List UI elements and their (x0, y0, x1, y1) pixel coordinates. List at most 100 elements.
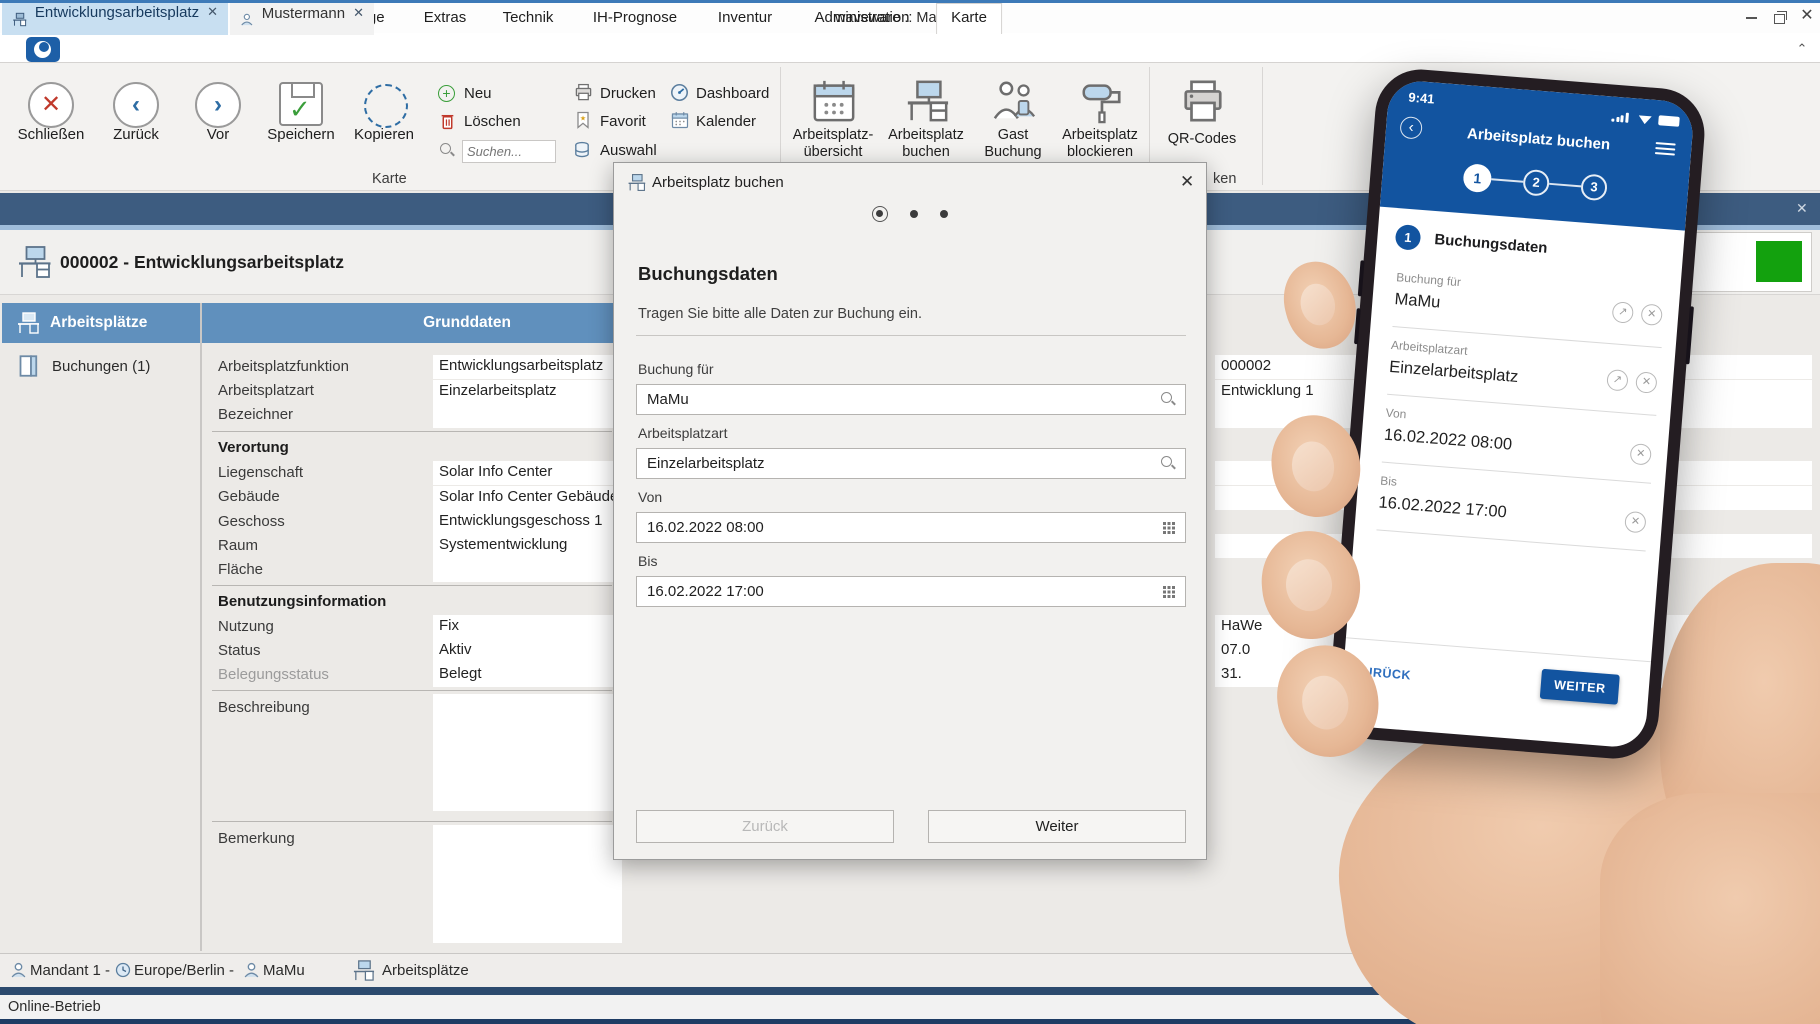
bis-input[interactable]: 16.02.2022 17:00 (636, 576, 1186, 607)
arbeitsplatzart-value: Einzelarbeitsplatz (647, 455, 765, 472)
guest-booking-button[interactable]: Gast Buchung (984, 127, 1041, 161)
status-user: MaMu (263, 962, 305, 979)
restore-button[interactable] (1770, 9, 1788, 25)
search-icon[interactable] (1161, 392, 1175, 406)
search-input[interactable] (462, 140, 556, 163)
guest-booking-icon[interactable] (991, 78, 1037, 124)
field-label: Arbeitsplatzart (638, 425, 727, 441)
arbeitsplatzart-input[interactable]: Einzelarbeitsplatz (636, 448, 1186, 479)
close-window-button[interactable]: ✕ (1798, 8, 1816, 24)
clear-icon[interactable]: ✕ (1640, 303, 1663, 326)
qr-codes-icon[interactable] (1180, 78, 1226, 124)
datepicker-icon[interactable] (1162, 585, 1175, 598)
dashboard-icon[interactable] (670, 83, 689, 102)
search-icon[interactable] (1161, 456, 1175, 470)
back-button[interactable]: ‹ (113, 82, 159, 128)
tab-entwicklungsarbeitsplatz[interactable]: Entwicklungsarbeitsplatz ✕ (2, 3, 228, 35)
block-workplace-button[interactable]: Arbeitsplatz blockieren (1062, 127, 1138, 161)
dialog-close-icon[interactable]: ✕ (1180, 172, 1194, 192)
sidebar-item-buchungen[interactable]: Buchungen (1) (52, 358, 150, 375)
tab-close-icon[interactable]: ✕ (207, 4, 218, 20)
dialog-divider (636, 335, 1186, 336)
field-value[interactable]: Solar Info Center Gebäude (433, 486, 622, 510)
save-button[interactable] (279, 82, 323, 126)
clear-icon[interactable]: ✕ (1624, 511, 1647, 534)
tab-mustermann[interactable]: Mustermann ✕ (230, 3, 374, 35)
dialog-next-button[interactable]: Weiter (928, 810, 1186, 843)
menu-administration[interactable]: Administration (814, 9, 909, 26)
application-window: waveware :: Mandant 1 ✕ FM Ressourcen CA… (0, 0, 1820, 1024)
phone-next-button[interactable]: WEITER (1540, 669, 1620, 705)
field-value[interactable]: Fix (433, 615, 622, 639)
selection-button[interactable]: Auswahl (600, 142, 657, 159)
hamburger-menu-icon[interactable] (1655, 142, 1676, 157)
sidebar-header[interactable]: Arbeitsplätze (2, 303, 200, 343)
beschreibung-textarea[interactable] (433, 694, 622, 811)
collapse-ribbon-icon[interactable]: ⌃ (1792, 41, 1812, 57)
favorite-icon[interactable]: ★ (575, 111, 591, 129)
workplace-overview-button[interactable]: Arbeitsplatz- übersicht (793, 127, 874, 161)
field-value[interactable]: Aktiv (433, 639, 622, 663)
phone-field-von[interactable]: Von 16.02.2022 08:00 ✕ (1383, 406, 1653, 466)
selection-icon[interactable] (573, 141, 591, 159)
tab-close-icon[interactable]: ✕ (353, 5, 364, 21)
delete-icon[interactable] (439, 112, 456, 130)
menu-technik[interactable]: Technik (503, 9, 554, 26)
field-value[interactable]: Systementwicklung (433, 534, 622, 558)
phone-field-bis[interactable]: Bis 16.02.2022 17:00 ✕ (1378, 474, 1648, 534)
open-icon[interactable]: ↗ (1611, 301, 1634, 324)
field-value[interactable]: Entwicklungsarbeitsplatz (433, 355, 622, 379)
field-value[interactable] (433, 558, 622, 582)
close-record-button[interactable]: ✕ (28, 82, 74, 128)
new-icon[interactable]: + (438, 85, 455, 102)
app-logo-icon[interactable] (26, 37, 60, 62)
datepicker-icon[interactable] (1162, 521, 1175, 534)
buchung-fuer-input[interactable]: MaMu (636, 384, 1186, 415)
minimize-button[interactable] (1742, 9, 1760, 25)
print-button[interactable]: Drucken (600, 85, 656, 102)
phone-field-arbeitsplatzart[interactable]: Arbeitsplatzart Einzelarbeitsplatz ↗ ✕ (1389, 338, 1659, 398)
calendar-button[interactable]: Kalender (696, 113, 756, 130)
tab-label: Entwicklungsarbeitsplatz (35, 4, 199, 21)
dashboard-button[interactable]: Dashboard (696, 85, 769, 102)
field-value[interactable]: Solar Info Center (433, 461, 622, 485)
open-icon[interactable]: ↗ (1606, 369, 1629, 392)
block-workplace-icon[interactable] (1078, 78, 1124, 124)
book-workplace-button[interactable]: Arbeitsplatz buchen (888, 127, 964, 161)
forward-button[interactable]: › (195, 82, 241, 128)
field-label: Geschoss (218, 513, 285, 530)
copy-button[interactable] (364, 84, 408, 128)
field-value[interactable]: Belegt (433, 663, 622, 687)
sidebar-header-label: Arbeitsplätze (50, 314, 147, 332)
menu-extras[interactable]: Extras (424, 9, 467, 26)
menu-karte[interactable]: Karte (936, 3, 1002, 34)
svg-text:★: ★ (580, 115, 586, 123)
bemerkung-textarea[interactable] (433, 825, 622, 943)
clear-icon[interactable]: ✕ (1635, 371, 1658, 394)
calendar-icon[interactable] (671, 111, 689, 129)
von-input[interactable]: 16.02.2022 08:00 (636, 512, 1186, 543)
field-label: Arbeitsplatzart (218, 382, 314, 399)
new-button[interactable]: Neu (464, 85, 492, 102)
tabstrip-close-icon[interactable]: ✕ (1796, 200, 1808, 217)
field-value[interactable]: Einzelarbeitsplatz (433, 380, 622, 404)
workplace-overview-icon[interactable] (811, 78, 857, 124)
favorite-button[interactable]: Favorit (600, 113, 646, 130)
field-value[interactable] (433, 404, 622, 428)
qr-codes-button[interactable]: QR-Codes (1168, 131, 1237, 148)
battery-icon (1658, 115, 1680, 127)
book-workplace-icon[interactable] (904, 78, 950, 124)
menu-inventur[interactable]: Inventur (718, 9, 772, 26)
field-value[interactable]: Entwicklungsgeschoss 1 (433, 510, 622, 534)
field-label: Raum (218, 537, 258, 554)
clear-icon[interactable]: ✕ (1629, 443, 1652, 466)
dialog-back-button[interactable]: Zurück (636, 810, 894, 843)
menu-ih-prognose[interactable]: IH-Prognose (593, 9, 677, 26)
desk-icon (12, 11, 27, 28)
phone-field-buchung-fuer[interactable]: Buchung für MaMu ↗ ✕ (1394, 270, 1664, 330)
step-2: 2 (1522, 169, 1550, 197)
qr-codes-label: QR-Codes (1168, 131, 1237, 147)
delete-button[interactable]: Löschen (464, 113, 521, 130)
print-icon[interactable] (574, 83, 593, 102)
field-label: Gebäude (218, 488, 280, 505)
